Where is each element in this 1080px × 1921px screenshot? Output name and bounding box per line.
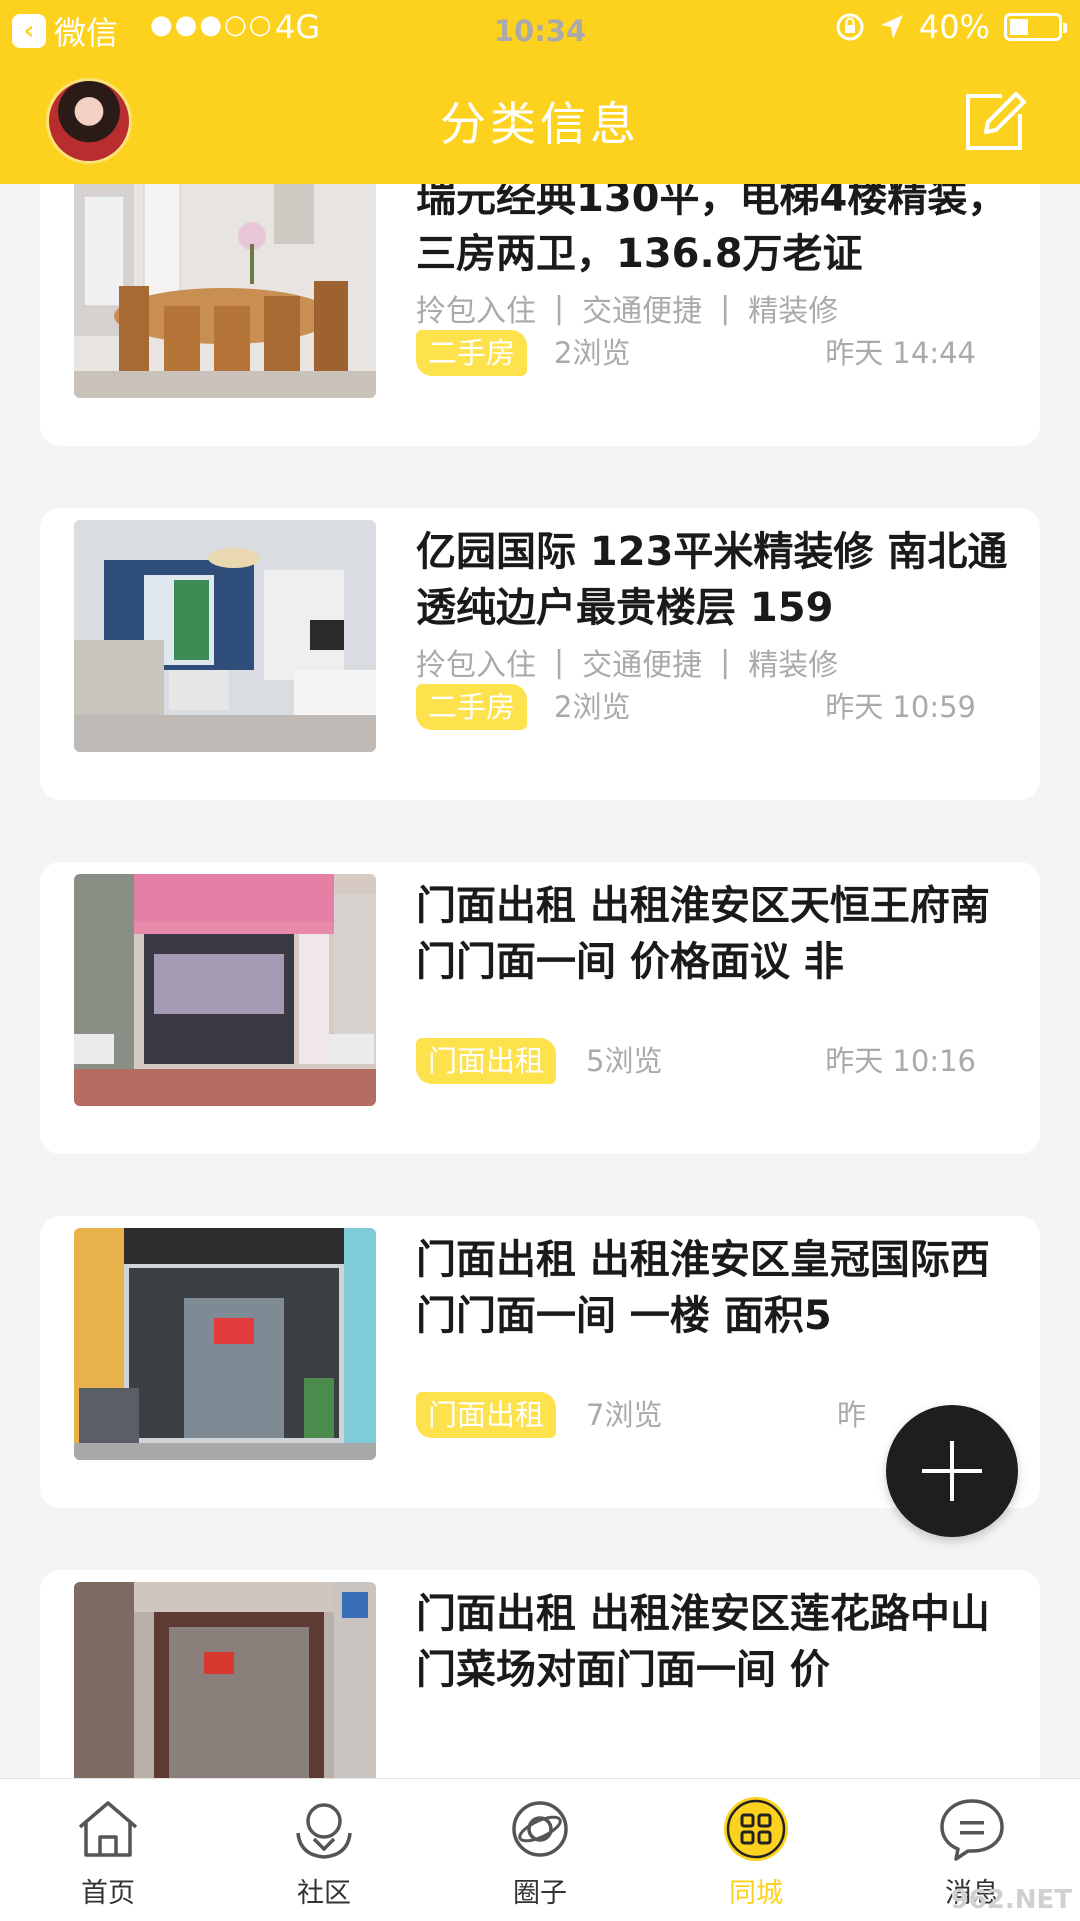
- battery-percent: 40%: [918, 8, 990, 46]
- watermark: 962.NET: [950, 1885, 1072, 1915]
- tab-local[interactable]: 同城: [648, 1779, 864, 1921]
- tab-circle[interactable]: 圈子: [432, 1779, 648, 1921]
- grid-icon: [724, 1797, 788, 1861]
- post-time: 昨天 10:59: [825, 690, 976, 724]
- tab-label: 社区: [297, 1878, 351, 1909]
- status-right: 40%: [835, 8, 1067, 46]
- view-count: 5浏览: [586, 1044, 663, 1078]
- status-bar: ‹ 微信 ●●●○○ 4G 10:34 40%: [0, 0, 1080, 56]
- battery-icon: [1004, 13, 1067, 41]
- listing-title[interactable]: 门面出租 出租淮安区天恒王府南门门面一间 价格面议 非: [416, 878, 1016, 990]
- listing-tags: 拎包入住 | 交通便捷 | 精装修: [416, 640, 838, 684]
- community-icon: [296, 1803, 352, 1859]
- listing-tag: 拎包入住: [416, 648, 536, 683]
- compose-icon[interactable]: [962, 88, 1028, 154]
- listing-tag: 交通便捷: [582, 294, 703, 329]
- tab-label: 同城: [729, 1878, 783, 1909]
- listing-photo: [74, 1582, 376, 1778]
- listing-photo: [74, 1228, 376, 1460]
- tag-divider: |: [720, 290, 731, 326]
- listing-meta: 二手房 2浏览 昨天 10:59: [416, 684, 1016, 732]
- listing-title[interactable]: 亿园国际 123平米精装修 南北通透纯边户最贵楼层 159: [416, 524, 1016, 636]
- tab-home[interactable]: 首页: [0, 1779, 216, 1921]
- category-badge: 门面出租: [416, 1392, 557, 1438]
- listing-photo: [74, 874, 376, 1106]
- category-badge: 二手房: [416, 684, 528, 730]
- tab-community[interactable]: 社区: [216, 1779, 432, 1921]
- bottom-tab-bar: 首页 社区 圈子 同城 消息 962.NET: [0, 1778, 1080, 1921]
- listing-tag: 拎包入住: [416, 294, 536, 329]
- post-time: 昨天 14:44: [825, 336, 976, 370]
- listing-card[interactable]: 门面出租 出租淮安区天恒王府南门门面一间 价格面议 非 门面出租 5浏览 昨天 …: [40, 862, 1040, 1154]
- view-count: 7浏览: [586, 1398, 663, 1432]
- rotation-lock-icon: [836, 13, 864, 41]
- location-icon: [880, 15, 903, 39]
- planet-icon: [512, 1801, 568, 1857]
- category-badge: 二手房: [416, 330, 528, 376]
- listing-tag: 精装修: [748, 648, 839, 683]
- listing-tags: 拎包入住 | 交通便捷 | 精装修: [416, 286, 838, 330]
- tab-label: 首页: [81, 1878, 135, 1909]
- tag-divider: |: [720, 644, 731, 680]
- page-title: 分类信息: [440, 97, 640, 151]
- post-time: 昨天 10:16: [825, 1044, 976, 1078]
- listing-tag: 精装修: [748, 294, 839, 329]
- tag-divider: |: [554, 290, 565, 326]
- view-count: 2浏览: [554, 336, 631, 370]
- tag-divider: |: [554, 644, 565, 680]
- view-count: 2浏览: [554, 690, 631, 724]
- listing-card[interactable]: 门面出租 出租淮安区莲花路中山门菜场对面门面一间 价: [40, 1570, 1040, 1778]
- tab-label: 圈子: [513, 1878, 567, 1909]
- listing-card[interactable]: 瑞元经典130平，电梯4楼精装，三房两卫，136.8万老证 拎包入住 | 交通便…: [40, 184, 1040, 446]
- post-time: 昨: [836, 1398, 866, 1432]
- add-post-button[interactable]: [886, 1405, 1018, 1537]
- listing-title[interactable]: 门面出租 出租淮安区莲花路中山门菜场对面门面一间 价: [416, 1586, 1016, 1698]
- plus-icon: [922, 1441, 982, 1501]
- top-bar: ‹ 微信 ●●●○○ 4G 10:34 40% 分类信息: [0, 0, 1080, 184]
- home-icon: [78, 1801, 138, 1857]
- listing-title[interactable]: 瑞元经典130平，电梯4楼精装，三房两卫，136.8万老证: [416, 184, 1016, 282]
- listing-photo: [74, 184, 376, 398]
- listing-feed[interactable]: 瑞元经典130平，电梯4楼精装，三房两卫，136.8万老证 拎包入住 | 交通便…: [0, 184, 1080, 1778]
- listing-card[interactable]: 亿园国际 123平米精装修 南北通透纯边户最贵楼层 159 拎包入住 | 交通便…: [40, 508, 1040, 800]
- listing-tag: 交通便捷: [582, 648, 703, 683]
- message-icon: [940, 1799, 1004, 1861]
- listing-meta: 门面出租 5浏览 昨天 10:16: [416, 1038, 1016, 1086]
- listing-title[interactable]: 门面出租 出租淮安区皇冠国际西门门面一间 一楼 面积5: [416, 1232, 1016, 1344]
- category-badge: 门面出租: [416, 1038, 557, 1084]
- listing-photo: [74, 520, 376, 752]
- listing-meta: 二手房 2浏览 昨天 14:44: [416, 330, 1016, 378]
